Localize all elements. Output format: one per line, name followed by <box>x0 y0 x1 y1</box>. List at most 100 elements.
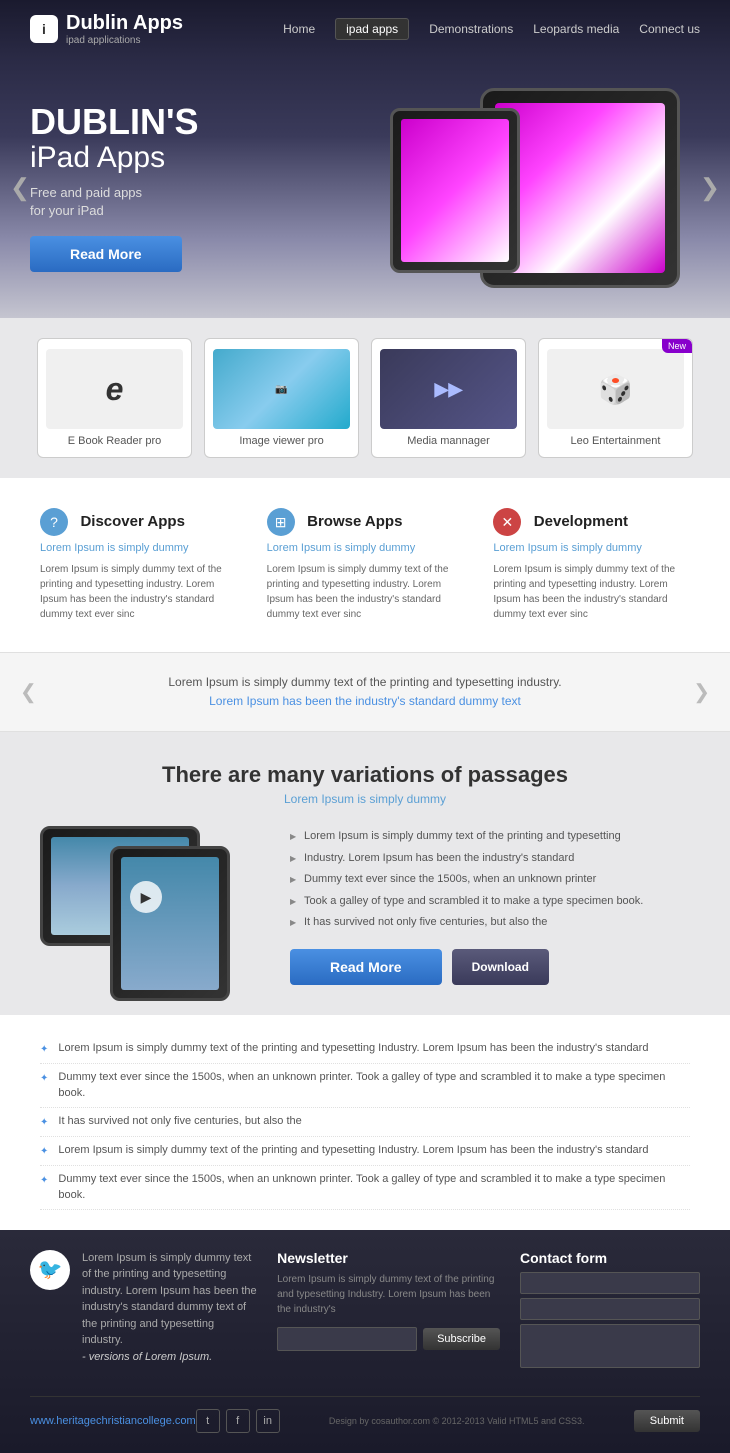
feature-title: Browse Apps <box>307 513 402 530</box>
list-item: Dummy text ever since the 1500s, when an… <box>290 869 690 890</box>
nav-item-ipad-apps[interactable]: ipad apps <box>335 18 409 40</box>
ipad-large-screen <box>495 103 665 273</box>
app-card-label: Leo Entertainment <box>547 435 684 447</box>
app-card-image: 🎲 <box>547 349 684 429</box>
hero-description: Free and paid appsfor your iPad <box>30 184 310 220</box>
linkedin-social-icon[interactable]: in <box>256 1409 280 1433</box>
contact-title: Contact form <box>520 1250 700 1266</box>
hero-next-arrow[interactable]: ❯ <box>700 174 720 203</box>
mid-section: There are many variations of passages Lo… <box>0 732 730 1015</box>
app-card-label: Media mannager <box>380 435 517 447</box>
feature-subtitle: Lorem Ipsum is simply dummy <box>40 542 237 554</box>
social-icons: t f in <box>196 1409 280 1433</box>
logo-area: i Dublin Apps ipad applications <box>30 12 183 46</box>
mid-list: Lorem Ipsum is simply dummy text of the … <box>290 826 690 985</box>
app-new-badge: New <box>662 339 692 353</box>
testimonial-prev-arrow[interactable]: ❮ <box>20 680 37 705</box>
feature-title: Development <box>534 513 628 530</box>
footer-url: www.heritagechristiancollege.com <box>30 1415 196 1427</box>
twitter-text: Lorem Ipsum is simply dummy text of the … <box>82 1250 257 1376</box>
logo-title: Dublin Apps <box>66 12 183 35</box>
contact-input-3[interactable] <box>520 1324 700 1368</box>
feature-subtitle: Lorem Ipsum is simply dummy <box>493 542 690 554</box>
app-card-image: e <box>46 349 183 429</box>
feature-icon: ⊞ <box>267 508 295 536</box>
mid-btn-group: Read More Download <box>290 949 690 985</box>
bullet-item: Lorem Ipsum is simply dummy text of the … <box>40 1035 690 1064</box>
hero-content: DUBLIN'S iPad Apps Free and paid appsfor… <box>30 104 310 272</box>
hero-images <box>330 68 710 308</box>
feature-title: Discover Apps <box>80 513 184 530</box>
mid-read-more-button[interactable]: Read More <box>290 949 442 985</box>
bullet-item: Lorem Ipsum is simply dummy text of the … <box>40 1137 690 1166</box>
app-card-label: E Book Reader pro <box>46 435 183 447</box>
hero-cta-button[interactable]: Read More <box>30 236 182 272</box>
app-card[interactable]: ▶▶ Media mannager <box>371 338 526 458</box>
app-card-image: ▶▶ <box>380 349 517 429</box>
feature-text: Lorem Ipsum is simply dummy text of the … <box>267 562 464 622</box>
newsletter-input[interactable] <box>277 1327 417 1351</box>
app-card[interactable]: 🎲 Leo Entertainment New <box>538 338 693 458</box>
mid-title: There are many variations of passages <box>40 762 690 788</box>
ipad-small-screen <box>401 119 509 262</box>
app-card-label: Image viewer pro <box>213 435 350 447</box>
logo-text-group: Dublin Apps ipad applications <box>66 12 183 46</box>
testimonial-next-arrow[interactable]: ❯ <box>693 680 710 705</box>
contact-input-1[interactable] <box>520 1272 700 1294</box>
logo-icon: i <box>30 15 58 43</box>
contact-input-2[interactable] <box>520 1298 700 1320</box>
newsletter-title: Newsletter <box>277 1250 500 1266</box>
footer-top: 🐦 Lorem Ipsum is simply dummy text of th… <box>30 1250 700 1376</box>
hero-title-main: DUBLIN'S <box>30 104 310 140</box>
app-card-image: 📷 <box>213 349 350 429</box>
main-nav: Home ipad apps Demonstrations Leopards medi… <box>283 18 700 40</box>
feature-col: ⊞ Browse Apps Lorem Ipsum is simply dumm… <box>267 508 464 622</box>
mid-content: ▶ Lorem Ipsum is simply dummy text of th… <box>40 826 690 985</box>
twitter-icon: 🐦 <box>30 1250 70 1290</box>
list-item: Lorem Ipsum is simply dummy text of the … <box>290 826 690 847</box>
nav-item-home[interactable]: Home <box>283 22 315 36</box>
footer-copyright: Design by cosauthor.com © 2012-2013 Vali… <box>280 1416 634 1426</box>
feature-icon: ? <box>40 508 68 536</box>
bullet-item: Dummy text ever since the 1500s, when an… <box>40 1064 690 1108</box>
contact-inputs <box>520 1272 700 1368</box>
facebook-social-icon[interactable]: f <box>226 1409 250 1433</box>
list-item: Took a galley of type and scrambled it t… <box>290 891 690 912</box>
nav-item-demonstrations[interactable]: Demonstrations <box>429 22 513 36</box>
list-item: Industry. Lorem Ipsum has been the indus… <box>290 848 690 869</box>
feature-text: Lorem Ipsum is simply dummy text of the … <box>40 562 237 622</box>
footer-bottom: www.heritagechristiancollege.com t f in … <box>30 1396 700 1433</box>
hero-prev-arrow[interactable]: ❮ <box>10 174 30 203</box>
newsletter-text: Lorem Ipsum is simply dummy text of the … <box>277 1272 500 1317</box>
app-card[interactable]: 📷 Image viewer pro <box>204 338 359 458</box>
subscribe-button[interactable]: Subscribe <box>423 1328 500 1350</box>
mid-ipad-front-screen <box>121 857 219 990</box>
bullet-section: Lorem Ipsum is simply dummy text of the … <box>0 1015 730 1230</box>
mid-download-button[interactable]: Download <box>452 949 549 985</box>
testimonial-text: Lorem Ipsum is simply dummy text of the … <box>60 673 670 711</box>
footer-newsletter: Newsletter Lorem Ipsum is simply dummy t… <box>277 1250 500 1376</box>
list-item: It has survived not only five centuries,… <box>290 912 690 933</box>
mid-subtitle: Lorem Ipsum is simply dummy <box>40 792 690 806</box>
bullet-item: It has survived not only five centuries,… <box>40 1108 690 1137</box>
features-row: ? Discover Apps Lorem Ipsum is simply du… <box>0 478 730 652</box>
twitter-box: 🐦 Lorem Ipsum is simply dummy text of th… <box>30 1250 257 1376</box>
testimonial-section: ❮ Lorem Ipsum is simply dummy text of th… <box>0 652 730 732</box>
footer-contact: Contact form <box>520 1250 700 1376</box>
mid-ipad-front <box>110 846 230 1001</box>
feature-col: ✕ Development Lorem Ipsum is simply dumm… <box>493 508 690 622</box>
apps-row: e E Book Reader pro 📷 Image viewer pro ▶… <box>0 318 730 478</box>
hero-title-sub: iPad Apps <box>30 140 310 176</box>
hero-section: ❮ DUBLIN'S iPad Apps Free and paid appsf… <box>0 58 730 318</box>
submit-button[interactable]: Submit <box>634 1410 700 1432</box>
header: i Dublin Apps ipad applications Home ipad… <box>0 0 730 58</box>
feature-subtitle: Lorem Ipsum is simply dummy <box>267 542 464 554</box>
nav-item-leopards-media[interactable]: Leopards media <box>533 22 619 36</box>
feature-col: ? Discover Apps Lorem Ipsum is simply du… <box>40 508 237 622</box>
twitter-social-icon[interactable]: t <box>196 1409 220 1433</box>
ipad-small <box>390 108 520 273</box>
footer-submit-area: Submit <box>634 1410 700 1432</box>
bullet-item: Dummy text ever since the 1500s, when an… <box>40 1166 690 1210</box>
app-card[interactable]: e E Book Reader pro <box>37 338 192 458</box>
nav-item-connect-us[interactable]: Connect us <box>639 22 700 36</box>
